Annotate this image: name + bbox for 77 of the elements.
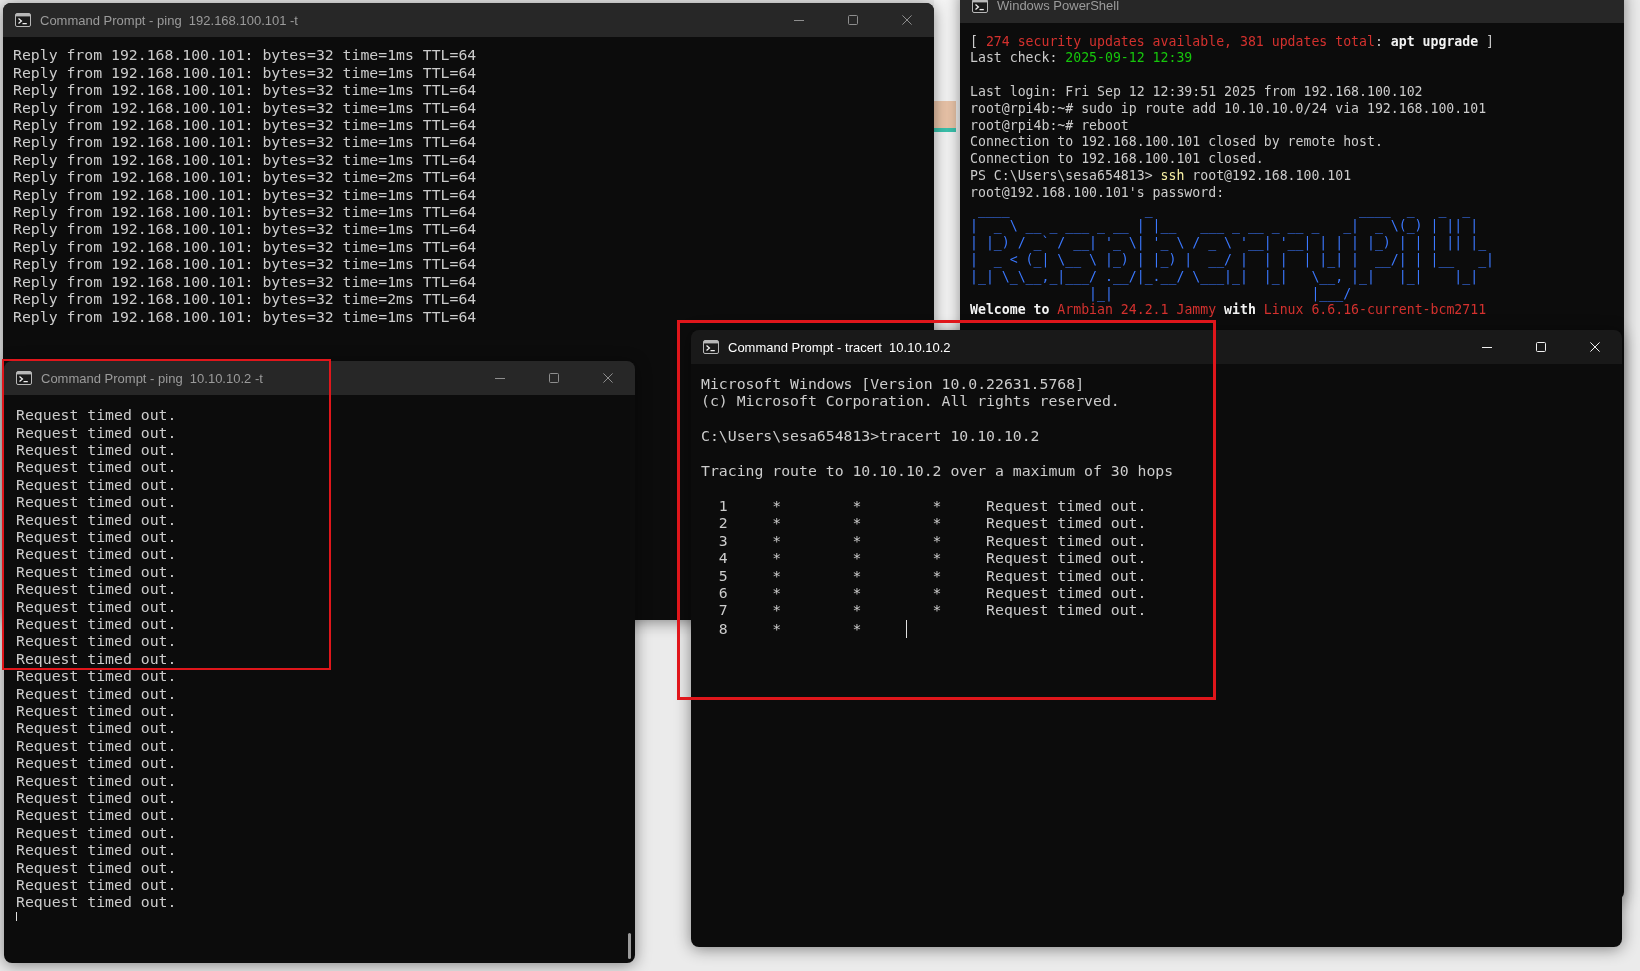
terminal-line: Request timed out.	[16, 598, 177, 615]
terminal-line: 4 * * * Request timed out.	[717, 550, 1147, 567]
terminal-line: Last login: Fri Sep 12 12:39:51 2025 from 192.168.100.102	[970, 84, 1423, 101]
terminal-line: 3 * * * Request timed out.	[717, 532, 1147, 549]
terminal-line: root@rpi4b:~# reboot	[970, 117, 1129, 135]
terminal-line: (c) Microsoft Corporation. All rights reserved.	[701, 393, 1120, 410]
terminal-line: Reply from 192.168.100.101: bytes=32 time=1ms TTL=64	[13, 256, 477, 273]
terminal-line: Request timed out.	[16, 859, 177, 876]
terminal-line: Request timed out.	[16, 459, 177, 476]
terminal-line: Request timed out.	[16, 703, 177, 719]
scrollbar-thumb[interactable]	[628, 933, 631, 959]
terminal-line: 5 * * * Request timed out.	[717, 567, 1147, 584]
terminal-line: Connection to 192.168.100.101 closed.	[970, 151, 1264, 168]
terminal-line: Request timed out.	[16, 772, 177, 789]
terminal-line: Reply from 192.168.100.101: bytes=32 time=1ms TTL=64	[13, 99, 477, 116]
terminal-line: Reply from 192.168.100.101: bytes=32 time=2ms TTL=64	[13, 169, 477, 186]
terminal-line: Request timed out.	[16, 685, 177, 702]
terminal-line: root@192.168.100.101's password:	[970, 184, 1225, 202]
terminal-line: C:\Users\sesa654813>tracert 10.10.10.2	[701, 428, 1040, 445]
terminal-line: Request timed out.	[16, 668, 177, 685]
terminal-line: 8 * *	[717, 621, 862, 638]
terminal-line: Reply from 192.168.100.101: bytes=32 time=1ms TTL=64	[13, 221, 477, 238]
terminal-line: Request timed out.	[16, 807, 177, 824]
window-title: Command Prompt - ping 10.10.10.2 -t	[41, 370, 263, 386]
terminal-line: Request timed out.	[16, 511, 177, 528]
terminal-line: Reply from 192.168.100.101: bytes=32 time=1ms TTL=64	[13, 151, 477, 168]
terminal-line: Request timed out.	[16, 615, 177, 632]
terminal-icon	[703, 340, 719, 354]
ascii-art-text: ____ _ ____ _ _ _ | _ \ __ _ ___ _ __ | |__ ___ _ __ _ __ _ _| _ \(_) | || | | |_) / _` / __| '_ \| '_ \ / _ \ '__| '__| | | | |_) | | | || |_ | _ < (_| \__ \ |_) | |_) | __/ | | | | |_| | __/| | |__ _| |_| \_\__,_|___/ .__/|_.__/ \___|_| |_| \__, |_| |_| |_| |_| |___/	[970, 201, 1494, 302]
terminal-line: Request timed out.	[16, 407, 177, 424]
terminal-line: Request timed out.	[16, 877, 177, 894]
terminal-line: Tracing route to 10.10.10.2 over a maximum of 30 hops	[701, 463, 1174, 480]
terminal-line: Request timed out.	[16, 546, 177, 563]
terminal-line: Request timed out.	[16, 737, 177, 754]
terminal-line: Reply from 192.168.100.101: bytes=32 time=1ms TTL=64	[13, 64, 477, 81]
terminal-line: Welcome to Armbian 24.2.1 Jammy with Linux 6.6.16-current-bcm2711	[970, 302, 1487, 320]
terminal-line: [ 274 security updates available, 381 updates total: apt upgrade ]	[970, 33, 1495, 51]
window-title: Windows PowerShell	[997, 0, 1120, 13]
terminal-line: PS C:\Users\sesa654813> ssh root@192.168.100.101	[970, 167, 1352, 185]
minimize-icon[interactable]	[1482, 346, 1492, 348]
terminal-line: 2 * * * Request timed out.	[717, 515, 1147, 532]
terminal-line: Reply from 192.168.100.101: bytes=32 time=1ms TTL=64	[13, 82, 477, 99]
terminal-line: Reply from 192.168.100.101: bytes=32 time=1ms TTL=64	[13, 238, 477, 255]
terminal-icon	[16, 371, 32, 385]
terminal-line: Request timed out.	[16, 494, 177, 511]
terminal-line: Microsoft Windows [Version 10.0.22631.5768]	[701, 376, 1085, 392]
terminal-line: Request timed out.	[16, 824, 177, 841]
terminal-line: Request timed out.	[16, 441, 177, 458]
terminal-line: root@rpi4b:~# sudo ip route add 10.10.10.0/24 via 192.168.100.101	[970, 100, 1487, 118]
terminal-line: Request timed out.	[16, 476, 177, 493]
terminal-line: Reply from 192.168.100.101: bytes=32 time=1ms TTL=64	[13, 117, 477, 134]
terminal-line: Request timed out.	[16, 790, 177, 807]
terminal-line: Request timed out.	[16, 633, 177, 650]
terminal-line: Reply from 192.168.100.101: bytes=32 time=2ms TTL=64	[13, 291, 477, 308]
terminal-line: Request timed out.	[16, 842, 177, 859]
terminal-line: Request timed out.	[16, 581, 177, 598]
terminal-line: Request timed out.	[16, 650, 177, 667]
terminal-line: 6 * * * Request timed out.	[717, 584, 1147, 601]
terminal-line: 7 * * * Request timed out.	[717, 602, 1147, 619]
terminal-line: Request timed out.	[16, 563, 177, 580]
terminal-icon	[15, 13, 31, 27]
terminal-line: Request timed out.	[16, 894, 177, 911]
terminal-line: Connection to 192.168.100.101 closed by remote host.	[970, 134, 1383, 152]
terminal-line: Reply from 192.168.100.101: bytes=32 time=1ms TTL=64	[13, 47, 477, 64]
terminal-line: 1 * * * Request timed out.	[717, 497, 1147, 514]
terminal-line: Request timed out.	[16, 528, 177, 545]
terminal-line: Last check: 2025-09-12 12:39	[970, 50, 1193, 68]
terminal-line: Request timed out.	[16, 424, 177, 441]
terminal-line: Reply from 192.168.100.101: bytes=32 time=1ms TTL=64	[13, 204, 477, 221]
terminal-line: Reply from 192.168.100.101: bytes=32 time=1ms TTL=64	[13, 186, 477, 203]
terminal-line: Reply from 192.168.100.101: bytes=32 time=1ms TTL=64	[13, 273, 477, 290]
terminal-line: Request timed out.	[16, 720, 177, 737]
window-title: Command Prompt - ping 192.168.100.101 -t	[40, 12, 298, 28]
window-title: Command Prompt - tracert 10.10.10.2	[728, 339, 951, 355]
terminal-line: Reply from 192.168.100.101: bytes=32 time=1ms TTL=64	[13, 308, 477, 325]
terminal-line: Request timed out.	[16, 755, 177, 772]
terminal-line: Reply from 192.168.100.101: bytes=32 time=1ms TTL=64	[13, 134, 477, 151]
